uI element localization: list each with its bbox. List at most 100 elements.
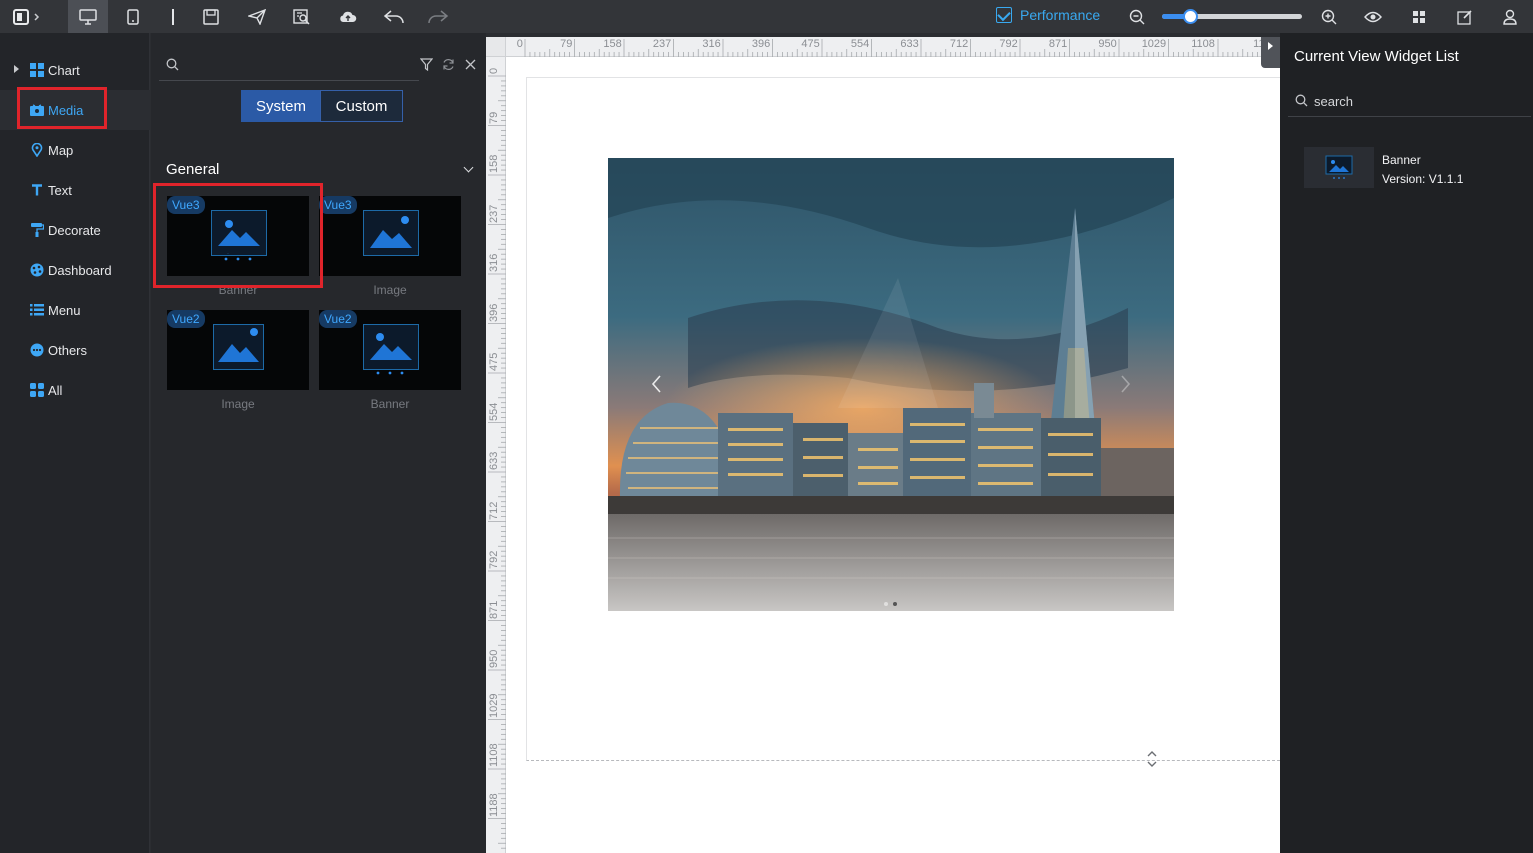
preview-search-icon (293, 8, 310, 25)
user-icon (1503, 9, 1517, 25)
checkbox-checked-icon (996, 7, 1012, 23)
widget-card-label: Image (373, 283, 407, 297)
ruler-label: 1029 (488, 693, 500, 718)
close-icon[interactable] (465, 59, 476, 70)
widget-version: Version: V1.1.1 (1382, 172, 1464, 186)
banner-widget[interactable] (608, 158, 1174, 611)
version-badge: Vue2 (167, 310, 205, 328)
layout-button[interactable] (1408, 0, 1430, 33)
zoom-in-button[interactable] (1318, 0, 1340, 33)
search-icon (1295, 94, 1308, 107)
canvas-page[interactable] (506, 57, 1280, 853)
refresh-icon[interactable] (442, 58, 455, 71)
ruler-label: 950 (488, 649, 500, 668)
performance-label: Performance (1020, 7, 1101, 23)
sidebar-item-label: Chart (48, 62, 80, 78)
cloud-upload-icon (340, 11, 357, 22)
preview-button[interactable] (284, 0, 320, 33)
widget-card-banner-vue2[interactable]: Vue2 (319, 310, 461, 390)
save-button[interactable] (193, 0, 229, 33)
edit-icon (1457, 9, 1472, 25)
horizontal-ruler: 0 79 158 237 316 396 475 554 633 712 792 871 950 1029… (506, 37, 1280, 57)
widget-list-search-input[interactable] (1314, 91, 1514, 111)
cloud-upload-button[interactable] (330, 0, 366, 33)
more-dots-icon (30, 343, 44, 357)
sidebar-item-label: All (48, 382, 63, 398)
user-button[interactable] (1499, 0, 1521, 33)
sidebar-item-decorate[interactable]: Decorate (0, 210, 150, 250)
widget-card-image-vue2[interactable]: Vue2 (167, 310, 309, 390)
ruler-label: 237 (488, 204, 500, 223)
zoom-slider-handle[interactable] (1183, 9, 1198, 24)
divider-icon (172, 8, 174, 25)
zoom-out-icon (1129, 9, 1145, 24)
design-canvas[interactable]: 0 79 158 237 316 396 475 554 633 712 792 871 950 1029… (486, 37, 1280, 853)
widget-card-image-vue3[interactable]: Vue3 (319, 196, 461, 276)
ruler-label: 1029 (1141, 38, 1167, 50)
ruler-label: 554 (488, 402, 500, 421)
carousel-dots-icon (376, 371, 404, 375)
zoom-slider[interactable] (1162, 9, 1302, 24)
ruler-label: 237 (652, 38, 672, 50)
save-icon (203, 8, 219, 25)
undo-button[interactable] (376, 0, 412, 33)
publish-button[interactable] (239, 0, 275, 33)
ruler-label: 633 (900, 38, 919, 50)
desktop-icon (79, 8, 97, 25)
ruler-label: 316 (488, 253, 500, 272)
search-icon (166, 58, 179, 71)
ruler-label: 792 (999, 38, 1018, 50)
ruler-label: 1188 (488, 792, 500, 817)
performance-toggle[interactable]: Performance (996, 7, 1100, 23)
city-skyline-photo (608, 158, 1174, 611)
ruler-label: 1108 (1191, 38, 1215, 50)
resize-handle-icon[interactable] (1146, 750, 1158, 768)
eye-icon (1364, 11, 1382, 22)
banner-thumbnail (1304, 147, 1374, 188)
media-icon (30, 103, 44, 117)
sidebar-item-all[interactable]: All (0, 370, 150, 410)
mobile-view-button[interactable] (114, 0, 152, 33)
sidebar-item-label: Decorate (48, 222, 101, 238)
sidebar-item-text[interactable]: Text (0, 170, 150, 210)
redo-button[interactable] (420, 0, 456, 33)
ruler-label: 158 (488, 154, 500, 173)
zoom-out-button[interactable] (1126, 0, 1148, 33)
dashboard-icon (30, 263, 44, 277)
ruler-label: 79 (560, 38, 573, 50)
widget-name: Banner (1382, 153, 1421, 167)
ruler-label: 871 (1048, 38, 1068, 50)
ruler-label: 792 (488, 550, 500, 569)
desktop-view-button[interactable] (68, 0, 108, 33)
undo-icon (383, 9, 404, 23)
ruler-label: 79 (488, 111, 500, 124)
widget-card-banner-vue3[interactable]: Vue3 (167, 196, 309, 276)
tab-system[interactable]: System (241, 90, 321, 122)
expand-caret-icon (14, 65, 19, 73)
collapse-panel-button[interactable] (1261, 37, 1280, 68)
app-menu-button[interactable] (8, 0, 48, 33)
sidebar-item-others[interactable]: Others (0, 330, 150, 370)
visibility-button[interactable] (1361, 0, 1385, 33)
sidebar-item-dashboard[interactable]: Dashboard (0, 250, 150, 290)
ruler-label: 950 (1098, 38, 1117, 50)
zoom-in-icon (1321, 9, 1337, 24)
widget-list-item[interactable]: Banner Version: V1.1.1 (1304, 147, 1524, 189)
widget-search-input[interactable] (183, 55, 413, 77)
banner-image-icon (1325, 155, 1353, 179)
sidebar-item-chart[interactable]: Chart (0, 50, 150, 90)
sidebar-item-menu[interactable]: Menu (0, 290, 150, 330)
tab-custom[interactable]: Custom (320, 90, 403, 122)
all-grid-icon (30, 383, 44, 397)
sidebar-item-media[interactable]: Media (0, 90, 150, 130)
top-toolbar: Performance (0, 0, 1533, 33)
ruler-label: 1108 (488, 743, 500, 767)
chevron-down-icon[interactable] (463, 162, 474, 173)
edit-button[interactable] (1454, 0, 1476, 33)
redo-icon (428, 9, 449, 23)
filter-icon[interactable] (420, 58, 433, 71)
sidebar-item-map[interactable]: Map (0, 130, 150, 170)
toolbar-divider (165, 0, 181, 33)
paint-roller-icon (30, 223, 44, 237)
grid-layout-icon (1413, 10, 1425, 23)
